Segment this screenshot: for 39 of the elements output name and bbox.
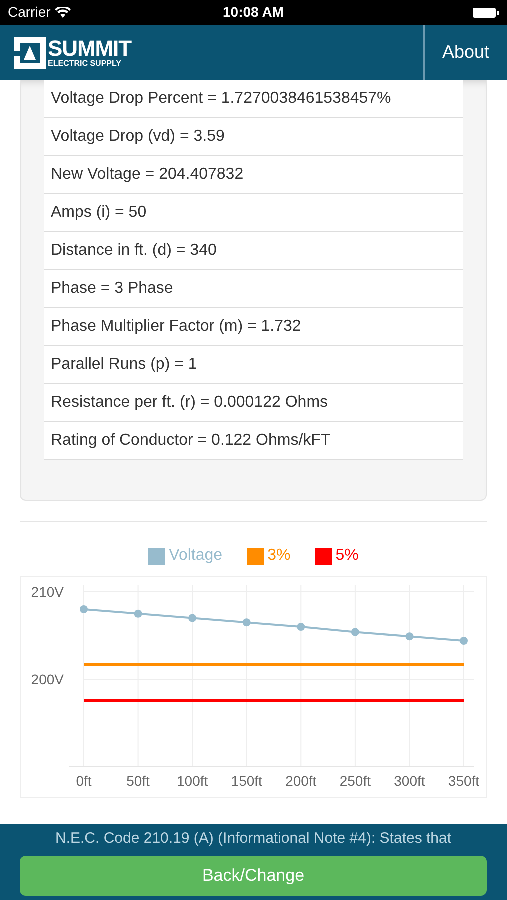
data-point: [297, 623, 306, 631]
logo-wordmark: SUMMIT: [48, 38, 132, 60]
result-row: Amps (i) = 50: [44, 194, 463, 232]
data-point: [460, 637, 468, 645]
legend-label: 5%: [336, 546, 359, 566]
data-point: [406, 632, 414, 641]
data-point: [188, 614, 197, 622]
legend-label: Voltage: [169, 546, 223, 566]
data-point: [80, 606, 88, 614]
code-note: N.E.C. Code 210.19 (A) (Informational Note #4): States that: [55, 829, 452, 849]
result-row: New Voltage = 204.407832: [44, 156, 463, 194]
result-row: Rating of Conductor = 0.122 Ohms/kFT: [44, 422, 463, 460]
logo-icon: [14, 36, 46, 68]
battery-icon: [473, 6, 499, 18]
x-tick-label: 150ft: [231, 773, 262, 789]
result-row: Phase Multiplier Factor (m) = 1.732: [44, 308, 463, 346]
legend-label: 3%: [268, 546, 291, 566]
x-tick-label: 250ft: [340, 773, 371, 789]
x-tick-label: 350ft: [448, 773, 480, 789]
result-row: Resistance per ft. (r) = 0.000122 Ohms: [44, 384, 463, 422]
carrier-label: Carrier: [8, 3, 51, 22]
data-point: [242, 618, 251, 627]
logo-tagline: ELECTRIC SUPPLY: [48, 60, 122, 68]
result-row: Voltage Drop Percent = 1.7270038461538457%: [44, 80, 463, 118]
result-row: Distance in ft. (d) = 340: [44, 232, 463, 270]
x-tick-label: 50ft: [126, 773, 150, 789]
data-point: [351, 628, 360, 636]
y-tick-label: 210V: [31, 584, 64, 600]
wifi-icon: [54, 6, 71, 18]
result-row: Voltage Drop (vd) = 3.59: [44, 118, 463, 156]
x-tick-label: 200ft: [286, 773, 317, 789]
result-row: Parallel Runs (p) = 1: [44, 346, 463, 384]
x-tick-label: 0ft: [76, 773, 92, 789]
x-tick-label: 300ft: [394, 773, 426, 789]
data-point: [134, 610, 142, 618]
clock: 10:08 AM: [223, 3, 284, 22]
x-tick-label: 100ft: [177, 773, 208, 789]
result-row: Phase = 3 Phase: [44, 270, 463, 308]
y-tick-label: 200V: [31, 672, 64, 688]
